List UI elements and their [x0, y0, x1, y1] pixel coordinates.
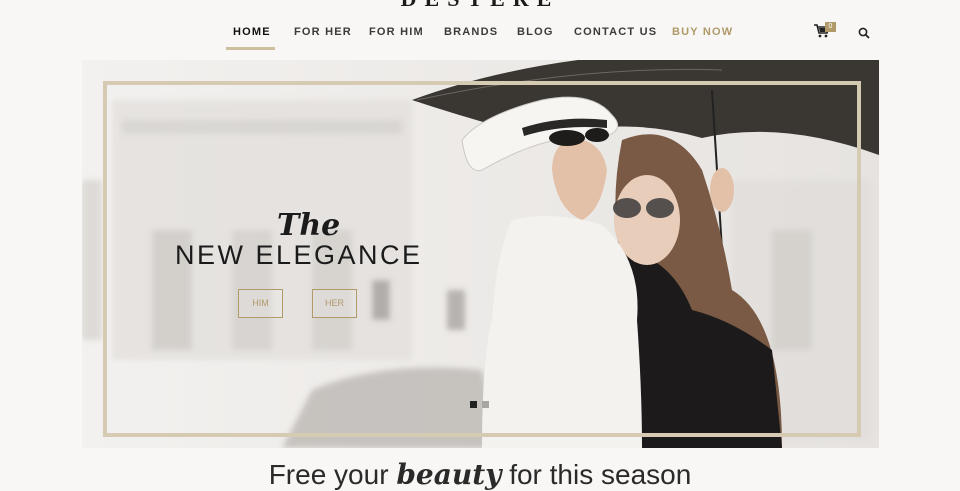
- hero-title: NEW ELEGANCE: [175, 240, 423, 270]
- slide-dot-1[interactable]: [470, 401, 477, 408]
- nav-for-her[interactable]: FOR HER: [294, 26, 352, 38]
- cart-count-badge: 0: [825, 22, 836, 32]
- nav-contact-us[interactable]: CONTACT US: [574, 26, 657, 38]
- nav-active-underline: [226, 47, 275, 50]
- nav-buy-now[interactable]: BUY NOW: [672, 26, 733, 38]
- hero-slider: The NEW ELEGANCE HIM HER: [82, 60, 879, 448]
- section-tagline: Free your beauty for this season: [0, 458, 960, 491]
- her-button[interactable]: HER: [312, 289, 357, 318]
- nav-brands[interactable]: BRANDS: [444, 26, 498, 38]
- slide-dot-2[interactable]: [482, 401, 489, 408]
- tagline-after: for this season: [501, 459, 692, 490]
- nav-blog[interactable]: BLOG: [517, 26, 554, 38]
- nav-for-him[interactable]: FOR HIM: [369, 26, 424, 38]
- him-button[interactable]: HIM: [238, 289, 283, 318]
- tagline-emphasis: beauty: [396, 458, 502, 491]
- nav-home[interactable]: HOME: [233, 26, 271, 38]
- site-logo[interactable]: DESTERE: [0, 0, 960, 12]
- tagline-before: Free your: [268, 459, 397, 490]
- search-icon[interactable]: [858, 27, 870, 39]
- hero-eyebrow: The: [277, 208, 341, 243]
